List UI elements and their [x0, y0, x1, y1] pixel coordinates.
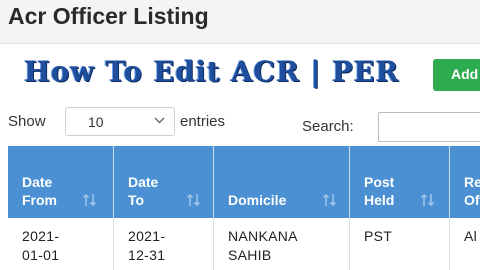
- column-header-label: Domicile: [228, 192, 287, 208]
- cell-post-held: PST: [350, 218, 450, 270]
- column-header-date-to[interactable]: Date To: [114, 146, 214, 218]
- entries-per-page-select[interactable]: 10: [65, 107, 175, 136]
- table-header-row: Date From Date To Domicile Post Held Re …: [8, 146, 480, 218]
- column-header-label: Re Of: [464, 174, 480, 208]
- cell-reporting-officer: Al: [450, 218, 480, 270]
- page-title: Acr Officer Listing: [8, 3, 209, 29]
- title-bar: Acr Officer Listing: [0, 0, 480, 44]
- cell-text: NANKANA SAHIB: [228, 228, 298, 263]
- sort-arrows-icon: [322, 193, 337, 207]
- cell-text: Al: [464, 228, 478, 244]
- column-header-post-held[interactable]: Post Held: [350, 146, 450, 218]
- cell-text: 2021- 01-01: [22, 228, 60, 263]
- column-header-label: Date To: [128, 174, 159, 208]
- sort-arrows-icon: [82, 193, 97, 207]
- sort-arrows-icon: [186, 193, 201, 207]
- entries-select-value: 10: [88, 114, 104, 130]
- search-label: Search:: [302, 118, 354, 135]
- cell-text: PST: [364, 228, 393, 244]
- sort-arrows-icon: [420, 193, 435, 207]
- add-button[interactable]: Add: [433, 59, 480, 91]
- cell-date-from: 2021- 01-01: [8, 218, 114, 270]
- chevron-down-icon: [154, 117, 165, 124]
- column-header-date-from[interactable]: Date From: [8, 146, 114, 218]
- cell-domicile: NANKANA SAHIB: [214, 218, 350, 270]
- column-header-label: Date From: [22, 174, 57, 208]
- table-row[interactable]: 2021- 01-01 2021- 12-31 NANKANA SAHIB PS…: [8, 218, 480, 270]
- officer-table: Date From Date To Domicile Post Held Re …: [8, 146, 480, 270]
- column-header-label: Post Held: [364, 174, 395, 208]
- column-header-domicile[interactable]: Domicile: [214, 146, 350, 218]
- entries-label: entries: [180, 113, 226, 130]
- column-header-reporting-officer[interactable]: Re Of: [450, 146, 480, 218]
- cell-date-to: 2021- 12-31: [114, 218, 214, 270]
- search-input[interactable]: [378, 112, 480, 142]
- show-label: Show: [8, 113, 46, 130]
- cell-text: 2021- 12-31: [128, 228, 166, 263]
- video-banner-text: How To Edit ACR | PER: [24, 55, 400, 88]
